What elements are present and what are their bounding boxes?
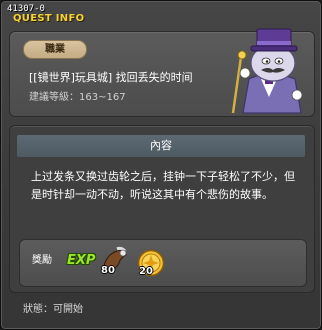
quest-description: 上过发条又换过齿轮之后，挂钟一下子轻松了不少，但是时针却一动不动，听说这其中有个… xyxy=(31,170,295,201)
level-label: 建議等級： xyxy=(29,92,79,103)
recommended-level: 建議等級：163~167 xyxy=(29,92,126,104)
status-label: 狀態： xyxy=(23,304,53,315)
reward-label: 獎勵 xyxy=(32,255,52,266)
quest-info-window: 41307-0 QUEST INFO 職業 [[镜世界]玩具城] 找回丢失的时间… xyxy=(0,0,322,330)
quest-status: 狀態：可開始 xyxy=(23,303,83,317)
npc-portrait xyxy=(231,28,303,114)
content-header: 內容 xyxy=(17,135,305,157)
job-badge: 職業 xyxy=(23,40,87,59)
level-range: 163~167 xyxy=(79,92,126,103)
mesos-count: 20 xyxy=(139,266,153,277)
window-title: QUEST INFO xyxy=(13,13,85,24)
item-count: 80 xyxy=(101,265,115,276)
status-value: 可開始 xyxy=(53,304,83,315)
exp-icon: EXP xyxy=(67,253,96,268)
quest-name: [[镜世界]玩具城] 找回丢失的时间 xyxy=(29,71,193,84)
